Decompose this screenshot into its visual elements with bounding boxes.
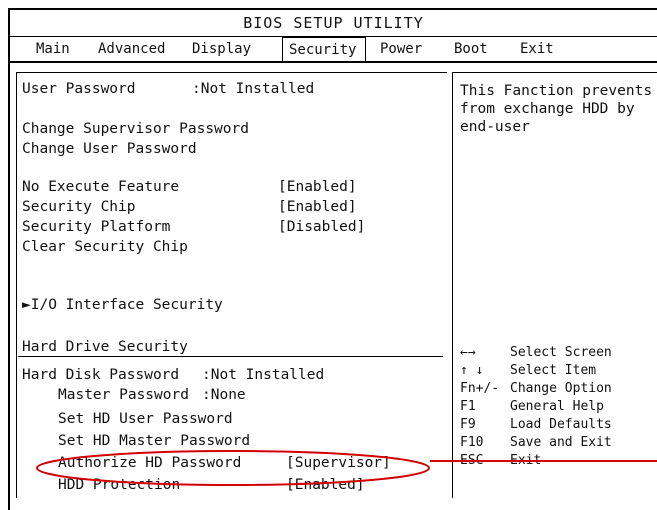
change-supervisor-password[interactable]: Change Supervisor Password bbox=[22, 120, 249, 138]
security-platform-value[interactable]: [Disabled] bbox=[278, 218, 365, 236]
tab-main[interactable]: Main bbox=[36, 37, 70, 61]
key-save-key: F10 bbox=[460, 435, 484, 450]
security-chip-label: Security Chip bbox=[22, 199, 136, 215]
highlight-ellipse bbox=[36, 450, 430, 486]
key-help-key: F1 bbox=[460, 399, 476, 414]
no-execute-value[interactable]: [Enabled] bbox=[278, 178, 357, 196]
hard-disk-password-value: :Not Installed bbox=[202, 367, 325, 383]
page-title: BIOS SETUP UTILITY bbox=[243, 14, 424, 32]
key-select-screen-key: ←→ bbox=[460, 345, 476, 360]
no-execute-label: No Execute Feature bbox=[22, 179, 180, 195]
key-select-item-desc: Select Item bbox=[510, 363, 597, 378]
key-select-item-key: ↑ ↓ bbox=[460, 363, 484, 378]
master-password-value: :None bbox=[202, 387, 246, 403]
menu-bar: Main Advanced Display Security Power Boo… bbox=[10, 37, 657, 61]
key-defaults-desc: Load Defaults bbox=[510, 417, 612, 432]
tab-power[interactable]: Power bbox=[380, 37, 422, 61]
key-save-desc: Save and Exit bbox=[510, 435, 612, 450]
set-hd-user-password[interactable]: Set HD User Password bbox=[58, 410, 233, 428]
tab-display[interactable]: Display bbox=[192, 37, 251, 61]
hard-disk-password-label: Hard Disk Password bbox=[22, 367, 180, 383]
help-text-line: This Fanction prevents bbox=[460, 83, 653, 99]
key-change-option-desc: Change Option bbox=[510, 381, 612, 396]
tab-boot[interactable]: Boot bbox=[454, 37, 488, 61]
key-help-desc: General Help bbox=[510, 399, 604, 414]
master-password-label: Master Password bbox=[58, 387, 189, 403]
key-defaults-key: F9 bbox=[460, 417, 476, 432]
user-password-value: :Not Installed bbox=[192, 81, 315, 97]
highlight-pointer-line bbox=[430, 460, 657, 462]
help-text-line: end-user bbox=[460, 119, 530, 135]
security-chip-value[interactable]: [Enabled] bbox=[278, 198, 357, 216]
security-platform-label: Security Platform bbox=[22, 219, 171, 235]
section-title: Hard Drive Security bbox=[22, 339, 188, 355]
divider bbox=[18, 356, 443, 357]
key-change-option-key: Fn+/- bbox=[460, 381, 500, 396]
divider bbox=[10, 61, 657, 63]
help-text-line: from exchange HDD by bbox=[460, 101, 635, 117]
tab-advanced[interactable]: Advanced bbox=[98, 37, 165, 61]
user-password-label: User Password bbox=[22, 81, 136, 97]
change-user-password[interactable]: Change User Password bbox=[22, 140, 197, 158]
tab-exit[interactable]: Exit bbox=[520, 37, 554, 61]
io-interface-security[interactable]: ►I/O Interface Security bbox=[22, 296, 223, 314]
clear-security-chip[interactable]: Clear Security Chip bbox=[22, 238, 188, 256]
tab-security[interactable]: Security bbox=[282, 37, 366, 61]
key-select-screen-desc: Select Screen bbox=[510, 345, 612, 360]
